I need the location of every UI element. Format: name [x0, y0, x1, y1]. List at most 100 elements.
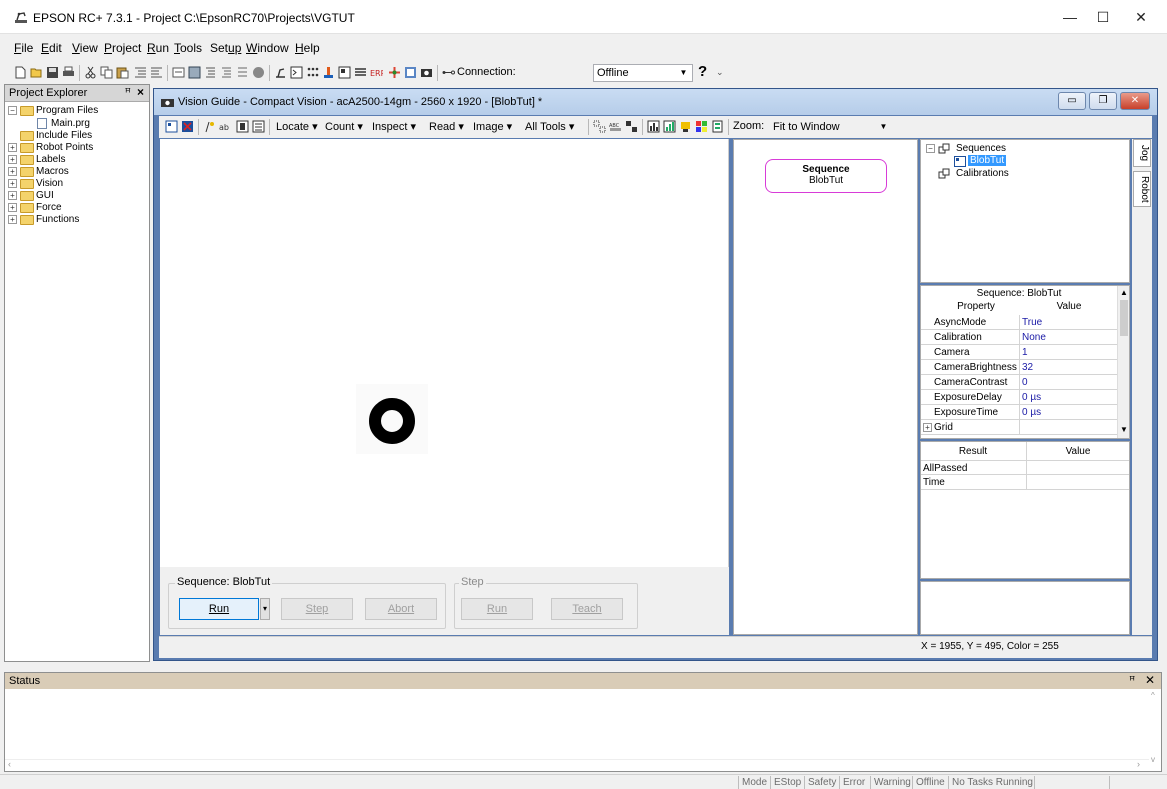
status-hscrollbar[interactable]: ‹ ›	[5, 759, 1149, 771]
result-row[interactable]: Time	[921, 475, 1129, 490]
image-display[interactable]	[160, 139, 729, 567]
error-history-icon[interactable]: ERR	[370, 66, 383, 79]
teach-icon[interactable]	[593, 120, 606, 133]
parts-feeding-icon[interactable]	[404, 66, 417, 79]
indent-icon[interactable]	[134, 66, 147, 79]
cut-icon[interactable]	[84, 66, 97, 79]
menu-edit[interactable]: Edit	[41, 41, 62, 55]
outdent-icon[interactable]	[150, 66, 163, 79]
status-close-button[interactable]: ✕	[1145, 673, 1155, 687]
menu-window[interactable]: Window	[246, 41, 289, 55]
histogram-icon[interactable]	[647, 120, 660, 133]
calibration-icon[interactable]	[711, 120, 724, 133]
gui-builder-icon[interactable]	[338, 66, 351, 79]
save-all-icon[interactable]	[46, 66, 59, 79]
tree-item-blobtut[interactable]: BlobTut	[968, 155, 1007, 166]
simulator-icon[interactable]	[354, 66, 367, 79]
status-scrollbar[interactable]: ^ v	[1149, 691, 1161, 771]
expand-icon[interactable]: +	[8, 203, 17, 212]
tab-robot[interactable]: Robot	[1133, 171, 1151, 207]
step-button[interactable]: Step	[281, 598, 353, 620]
expand-icon[interactable]: +	[8, 179, 17, 188]
tree-item-labels[interactable]: Labels	[36, 154, 65, 165]
open-folder-icon[interactable]	[30, 66, 43, 79]
stop-icon[interactable]	[252, 66, 265, 79]
tree-item-robot-points[interactable]: Robot Points	[36, 142, 93, 153]
image-menu[interactable]: Image ▾	[473, 120, 512, 133]
menu-project[interactable]: Project	[104, 41, 141, 55]
step-run-button[interactable]: Run	[461, 598, 533, 620]
tab-jog[interactable]: Jog	[1133, 139, 1151, 167]
tree-item-functions[interactable]: Functions	[36, 214, 79, 225]
tree-item-main-prg[interactable]: Main.prg	[51, 118, 90, 129]
scroll-down-icon[interactable]: v	[1151, 755, 1155, 764]
properties-window-icon[interactable]	[236, 120, 249, 133]
force-monitor-icon[interactable]	[388, 66, 401, 79]
run-dropdown-button[interactable]: ▾	[260, 598, 270, 620]
pin-icon[interactable]: ꟸ	[125, 86, 131, 99]
camera-icon[interactable]	[420, 66, 433, 79]
expand-icon[interactable]: +	[923, 423, 932, 432]
all-tools-menu[interactable]: All Tools ▾	[525, 120, 574, 133]
connection-select[interactable]: Offline ▼	[593, 64, 693, 82]
pin-icon[interactable]: ꟸ	[1129, 674, 1135, 687]
walk-icon[interactable]	[236, 66, 249, 79]
locate-menu[interactable]: Locate ▾	[276, 120, 318, 133]
expand-icon[interactable]: +	[8, 143, 17, 152]
menu-run[interactable]: Run	[147, 41, 169, 55]
color-icon[interactable]	[695, 120, 708, 133]
help-button[interactable]: ?	[698, 63, 707, 80]
expand-icon[interactable]: +	[8, 191, 17, 200]
vision-robot-icon[interactable]	[679, 120, 692, 133]
new-file-icon[interactable]	[14, 66, 27, 79]
io-icon[interactable]	[306, 66, 319, 79]
run-button[interactable]: Run	[179, 598, 259, 620]
tree-item-macros[interactable]: Macros	[36, 166, 69, 177]
task-manager-icon[interactable]	[188, 66, 201, 79]
rename-icon[interactable]: ab	[219, 120, 232, 133]
code-reader-icon[interactable]	[625, 120, 638, 133]
new-object-icon[interactable]	[203, 120, 216, 133]
abort-button[interactable]: Abort	[365, 598, 437, 620]
step-over-icon[interactable]	[220, 66, 233, 79]
copy-icon[interactable]	[100, 66, 113, 79]
vision-minimize-button[interactable]: ▭	[1058, 92, 1086, 110]
menu-setup[interactable]: Setup	[210, 41, 241, 55]
scroll-right-icon[interactable]: ›	[1137, 759, 1140, 769]
tree-item-force[interactable]: Force	[36, 202, 62, 213]
statistics-icon[interactable]	[663, 120, 676, 133]
menu-view[interactable]: View	[72, 41, 98, 55]
robot-manager-icon[interactable]	[274, 66, 287, 79]
scroll-up-icon[interactable]: ^	[1151, 691, 1155, 700]
expand-icon[interactable]: +	[8, 167, 17, 176]
expand-icon[interactable]: +	[8, 215, 17, 224]
menu-help[interactable]: Help	[295, 41, 320, 55]
new-sequence-icon[interactable]	[165, 120, 178, 133]
tree-item-program-files[interactable]: Program Files	[36, 105, 98, 116]
sequence-node[interactable]: Sequence BlobTut	[765, 159, 887, 193]
properties-scrollbar[interactable]: ▲ ▼	[1117, 286, 1129, 438]
explorer-close-button[interactable]: ×	[137, 85, 144, 99]
menu-file[interactable]: File	[14, 41, 33, 55]
maximize-button[interactable]: ☐	[1083, 0, 1123, 34]
zoom-select[interactable]: Fit to Window ▼	[769, 118, 893, 136]
vision-restore-button[interactable]: ❐	[1089, 92, 1117, 110]
ocr-icon[interactable]: ABC	[609, 120, 622, 133]
inspect-menu[interactable]: Inspect ▾	[372, 120, 416, 133]
scroll-left-icon[interactable]: ‹	[8, 759, 11, 769]
expand-icon[interactable]: +	[8, 155, 17, 164]
collapse-icon[interactable]: −	[926, 144, 935, 153]
scroll-down-icon[interactable]: ▼	[1119, 425, 1129, 434]
close-button[interactable]: ✕	[1121, 0, 1161, 34]
toolbar-overflow-icon[interactable]: ⌄	[716, 67, 724, 78]
step-into-icon[interactable]	[204, 66, 217, 79]
vision-close-button[interactable]: ✕	[1120, 92, 1150, 110]
tree-item-gui[interactable]: GUI	[36, 190, 54, 201]
collapse-icon[interactable]: −	[8, 106, 17, 115]
scroll-up-icon[interactable]: ▲	[1119, 288, 1129, 297]
tree-item-calibrations[interactable]: Calibrations	[956, 168, 1009, 179]
tree-item-sequences[interactable]: Sequences	[956, 143, 1006, 154]
teach-button[interactable]: Teach	[551, 598, 623, 620]
menu-tools[interactable]: Tools	[174, 41, 202, 55]
tree-item-include-files[interactable]: Include Files	[36, 130, 92, 141]
